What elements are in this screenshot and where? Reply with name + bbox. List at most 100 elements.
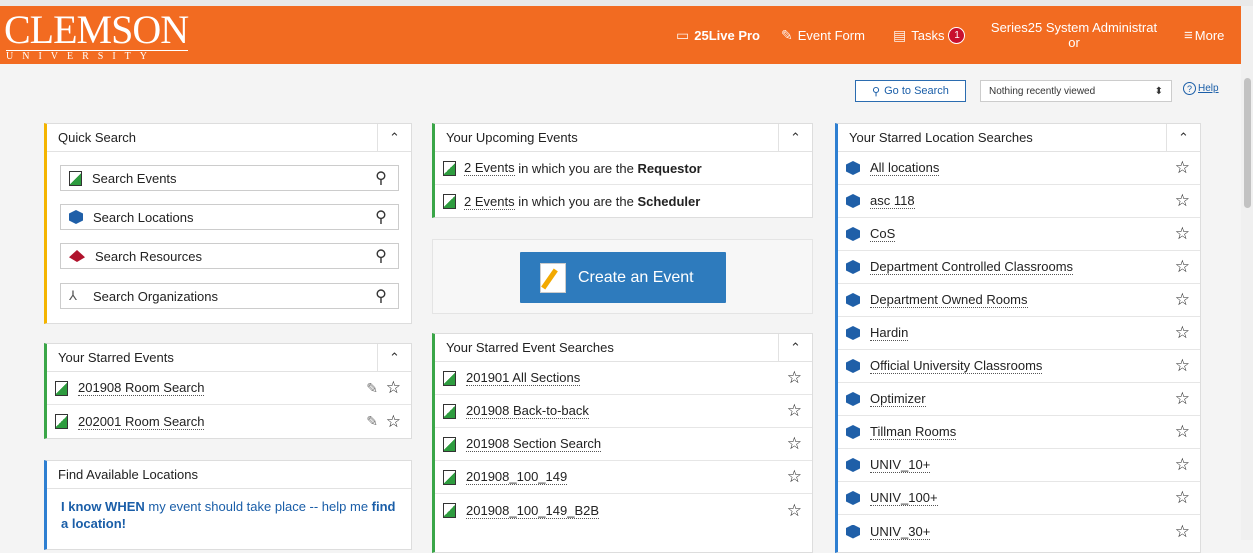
help-link[interactable]: ? Help bbox=[1183, 82, 1219, 95]
list-item: Tillman Rooms ☆ bbox=[838, 416, 1200, 449]
edit-icon[interactable]: ✎ bbox=[366, 413, 378, 430]
find-location-bold-when: I know WHEN bbox=[61, 499, 145, 514]
star-icon[interactable]: ☆ bbox=[787, 467, 802, 487]
collapse-chevron-icon[interactable]: ⌃ bbox=[377, 343, 411, 372]
star-icon[interactable]: ☆ bbox=[1175, 356, 1190, 376]
location-search-link[interactable]: CoS bbox=[870, 226, 896, 242]
edit-icon: ✎ bbox=[781, 26, 793, 43]
star-icon[interactable]: ☆ bbox=[386, 412, 401, 432]
upcoming-requestor-link[interactable]: 2 Events bbox=[464, 160, 515, 176]
location-search-link[interactable]: UNIV_30+ bbox=[870, 524, 931, 540]
upcoming-row-text: in which you are the bbox=[514, 160, 638, 176]
create-event-container: Create an Event bbox=[432, 239, 813, 314]
star-icon[interactable]: ☆ bbox=[1175, 323, 1190, 343]
collapse-chevron-icon[interactable]: ⌃ bbox=[778, 333, 812, 362]
nav-more-label: More bbox=[1194, 27, 1225, 43]
star-icon[interactable]: ☆ bbox=[1175, 290, 1190, 310]
event-search-link[interactable]: 201908_100_149_B2B bbox=[466, 503, 600, 519]
tasks-count-badge: 1 bbox=[948, 26, 966, 44]
location-cube-icon bbox=[846, 161, 860, 175]
search-resources-item[interactable]: Search Resources bbox=[60, 243, 399, 269]
upcoming-scheduler-link[interactable]: 2 Events bbox=[464, 194, 515, 210]
star-icon[interactable]: ☆ bbox=[386, 378, 401, 398]
star-icon[interactable]: ☆ bbox=[1175, 422, 1190, 442]
find-location-link[interactable]: I know WHEN my event should take place -… bbox=[47, 489, 411, 541]
location-search-link[interactable]: Official University Classrooms bbox=[870, 358, 1043, 374]
search-organizations-item[interactable]: ⅄ Search Organizations bbox=[60, 283, 399, 309]
nav-event-form[interactable]: ✎ Event Form bbox=[781, 6, 865, 64]
location-cube-icon bbox=[846, 524, 860, 539]
event-search-link[interactable]: 201908_100_149 bbox=[466, 469, 568, 485]
search-organizations-magnifier-icon[interactable]: ⚲ bbox=[366, 283, 396, 309]
star-icon[interactable]: ☆ bbox=[1175, 488, 1190, 508]
event-icon bbox=[443, 469, 456, 485]
find-available-locations-panel: Find Available Locations I know WHEN my … bbox=[44, 460, 412, 550]
location-search-link[interactable]: Department Owned Rooms bbox=[870, 292, 1028, 308]
starred-event-link[interactable]: 202001 Room Search bbox=[78, 414, 205, 430]
star-icon[interactable]: ☆ bbox=[787, 434, 802, 454]
nav-more[interactable]: ≡ More bbox=[1184, 6, 1224, 64]
starred-event-link[interactable]: 201908 Room Search bbox=[78, 380, 205, 396]
page-scrollbar[interactable] bbox=[1241, 6, 1253, 540]
create-event-button[interactable]: Create an Event bbox=[520, 252, 726, 303]
list-item: UNIV_30+ ☆ bbox=[838, 515, 1200, 548]
event-search-link[interactable]: 201908 Section Search bbox=[466, 436, 602, 452]
upcoming-events-panel: Your Upcoming Events ⌃ 2 Events in which… bbox=[432, 123, 813, 218]
user-menu[interactable]: Series25 System Administrat or bbox=[984, 6, 1164, 64]
star-icon[interactable]: ☆ bbox=[1175, 455, 1190, 475]
clemson-logo[interactable]: CLEMSON UNIVERSITY bbox=[4, 10, 189, 62]
event-icon bbox=[69, 170, 82, 186]
location-cube-icon bbox=[846, 293, 860, 307]
event-search-link[interactable]: 201901 All Sections bbox=[466, 370, 581, 386]
collapse-chevron-icon[interactable]: ⌃ bbox=[377, 123, 411, 152]
star-icon[interactable]: ☆ bbox=[1175, 257, 1190, 277]
star-icon[interactable]: ☆ bbox=[1175, 224, 1190, 244]
list-item: CoS ☆ bbox=[838, 218, 1200, 251]
star-icon[interactable]: ☆ bbox=[1175, 389, 1190, 409]
star-icon[interactable]: ☆ bbox=[787, 501, 802, 521]
location-search-link[interactable]: Hardin bbox=[870, 325, 909, 341]
star-icon[interactable]: ☆ bbox=[1175, 522, 1190, 542]
go-to-search-button[interactable]: ⚲ Go to Search bbox=[855, 80, 966, 102]
edit-icon[interactable]: ✎ bbox=[366, 380, 378, 397]
nav-tasks[interactable]: ▤ Tasks 1 bbox=[893, 6, 966, 64]
location-search-link[interactable]: UNIV_10+ bbox=[870, 457, 931, 473]
star-icon[interactable]: ☆ bbox=[1175, 191, 1190, 211]
scrollbar-thumb[interactable] bbox=[1244, 78, 1251, 208]
event-icon bbox=[443, 194, 456, 209]
search-locations-item[interactable]: Search Locations bbox=[60, 204, 399, 230]
search-resources-label: Search Resources bbox=[95, 248, 202, 264]
location-search-link[interactable]: Optimizer bbox=[870, 391, 926, 407]
location-search-link[interactable]: Department Controlled Classrooms bbox=[870, 259, 1074, 275]
event-icon bbox=[443, 503, 456, 518]
collapse-chevron-icon[interactable]: ⌃ bbox=[778, 123, 812, 152]
location-search-link[interactable]: All locations bbox=[870, 160, 940, 176]
list-item: 202001 Room Search ✎ ☆ bbox=[47, 405, 411, 438]
star-icon[interactable]: ☆ bbox=[787, 368, 802, 388]
search-organizations-label: Search Organizations bbox=[93, 288, 219, 304]
location-search-link[interactable]: UNIV_100+ bbox=[870, 490, 938, 506]
collapse-chevron-icon[interactable]: ⌃ bbox=[1166, 123, 1200, 152]
search-events-magnifier-icon[interactable]: ⚲ bbox=[366, 165, 396, 191]
search-events-item[interactable]: Search Events bbox=[60, 165, 399, 191]
top-navigation-bar: CLEMSON UNIVERSITY ▭ 25Live Pro ✎ Event … bbox=[0, 6, 1241, 64]
event-search-link[interactable]: 201908 Back-to-back bbox=[466, 403, 589, 419]
location-search-link[interactable]: Tillman Rooms bbox=[870, 424, 957, 440]
location-cube-icon bbox=[846, 227, 860, 241]
list-item: asc 118 ☆ bbox=[838, 185, 1200, 218]
star-icon[interactable]: ☆ bbox=[787, 401, 802, 421]
recently-viewed-select[interactable]: Nothing recently viewed ⬍ bbox=[980, 80, 1172, 102]
star-icon[interactable]: ☆ bbox=[1175, 158, 1190, 178]
starred-location-searches-title: Your Starred Location Searches bbox=[849, 130, 1033, 145]
quick-search-title: Quick Search bbox=[58, 130, 137, 145]
list-item: 201908 Room Search ✎ ☆ bbox=[47, 372, 411, 405]
search-events-label: Search Events bbox=[92, 170, 177, 186]
starred-event-searches-title: Your Starred Event Searches bbox=[446, 340, 614, 355]
location-search-link[interactable]: asc 118 bbox=[870, 193, 915, 209]
list-item: 2 Events in which you are the Scheduler bbox=[435, 185, 812, 218]
search-resources-magnifier-icon[interactable]: ⚲ bbox=[366, 243, 396, 269]
find-locations-title: Find Available Locations bbox=[58, 467, 198, 482]
nav-25live[interactable]: ▭ 25Live Pro bbox=[676, 6, 760, 64]
search-locations-magnifier-icon[interactable]: ⚲ bbox=[366, 204, 396, 230]
nav-event-form-label: Event Form bbox=[797, 27, 865, 43]
